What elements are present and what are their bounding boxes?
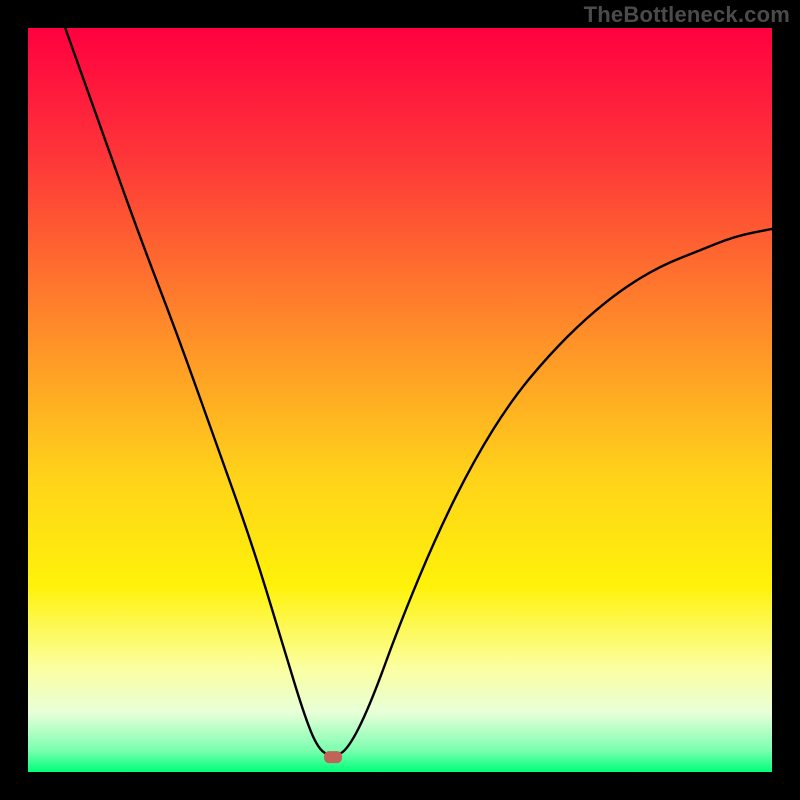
plot-area bbox=[28, 28, 772, 772]
chart-svg bbox=[28, 28, 772, 772]
gradient-background bbox=[28, 28, 772, 772]
watermark-label: TheBottleneck.com bbox=[584, 2, 790, 28]
optimum-marker bbox=[324, 751, 342, 763]
chart-frame: TheBottleneck.com bbox=[0, 0, 800, 800]
